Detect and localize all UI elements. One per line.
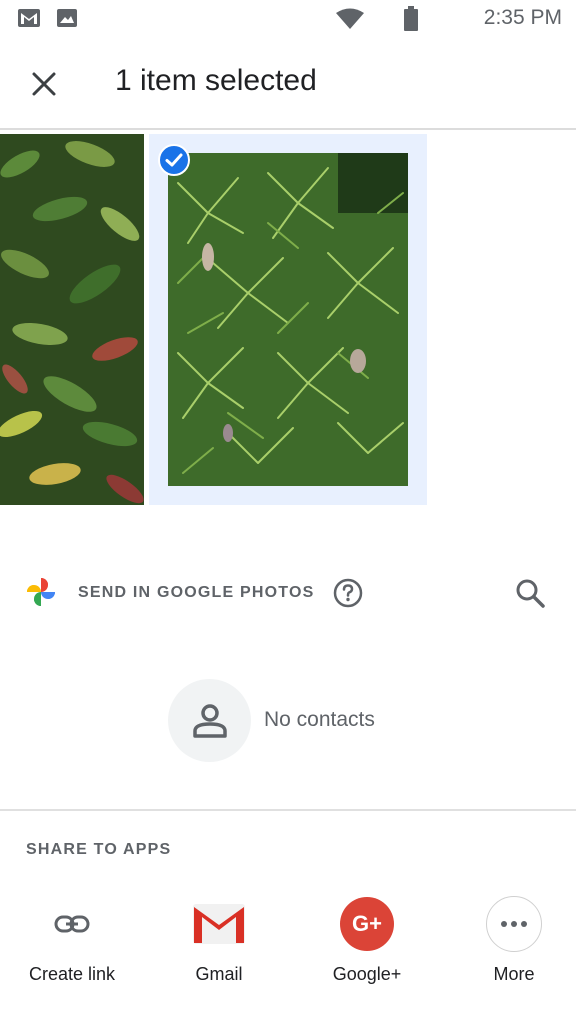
link-icon-wrap — [44, 896, 100, 952]
gmail-share-button[interactable]: Gmail — [154, 880, 284, 1000]
more-dots-icon — [501, 921, 527, 927]
close-button[interactable] — [22, 62, 66, 106]
status-bar: 2:35 PM — [0, 0, 576, 40]
create-link-button[interactable]: Create link — [7, 880, 137, 1000]
google-photos-logo-icon — [27, 578, 55, 606]
photo-thumbnail[interactable] — [0, 134, 144, 505]
battery-icon — [404, 6, 418, 31]
status-time: 2:35 PM — [483, 6, 562, 29]
image-notification-icon — [57, 9, 77, 27]
foliage-photo — [0, 134, 144, 505]
share-divider — [0, 809, 576, 811]
more-icon — [486, 896, 542, 952]
share-to-apps-label: SHARE TO APPS — [26, 841, 172, 858]
search-icon[interactable] — [513, 576, 547, 610]
send-in-google-photos-label: SEND IN GOOGLE PHOTOS — [78, 584, 315, 601]
google-plus-icon: G+ — [340, 897, 394, 951]
gmail-label: Gmail — [195, 964, 243, 984]
gmail-notification-icon — [18, 9, 40, 27]
more-icon-wrap — [486, 896, 542, 952]
header-divider — [0, 128, 576, 130]
contacts-placeholder-avatar — [168, 679, 251, 762]
gmail-icon-wrap — [191, 896, 247, 952]
close-icon — [32, 72, 56, 96]
page-title: 1 item selected — [115, 64, 317, 97]
photo-thumbnail-selected[interactable] — [168, 153, 408, 486]
google-plus-icon-wrap: G+ — [339, 896, 395, 952]
more-apps-button[interactable]: More — [449, 880, 576, 1000]
pine-photo — [168, 153, 408, 486]
help-icon[interactable] — [332, 577, 364, 609]
selected-check-icon[interactable] — [158, 144, 190, 176]
link-icon — [54, 915, 90, 933]
no-contacts-text: No contacts — [264, 708, 375, 731]
gmail-icon — [193, 904, 245, 944]
create-link-label: Create link — [28, 964, 116, 984]
wifi-icon — [336, 8, 364, 29]
more-label: More — [493, 964, 535, 984]
google-plus-label: Google+ — [332, 964, 402, 984]
person-icon — [192, 703, 227, 738]
google-plus-share-button[interactable]: G+ Google+ — [302, 880, 432, 1000]
